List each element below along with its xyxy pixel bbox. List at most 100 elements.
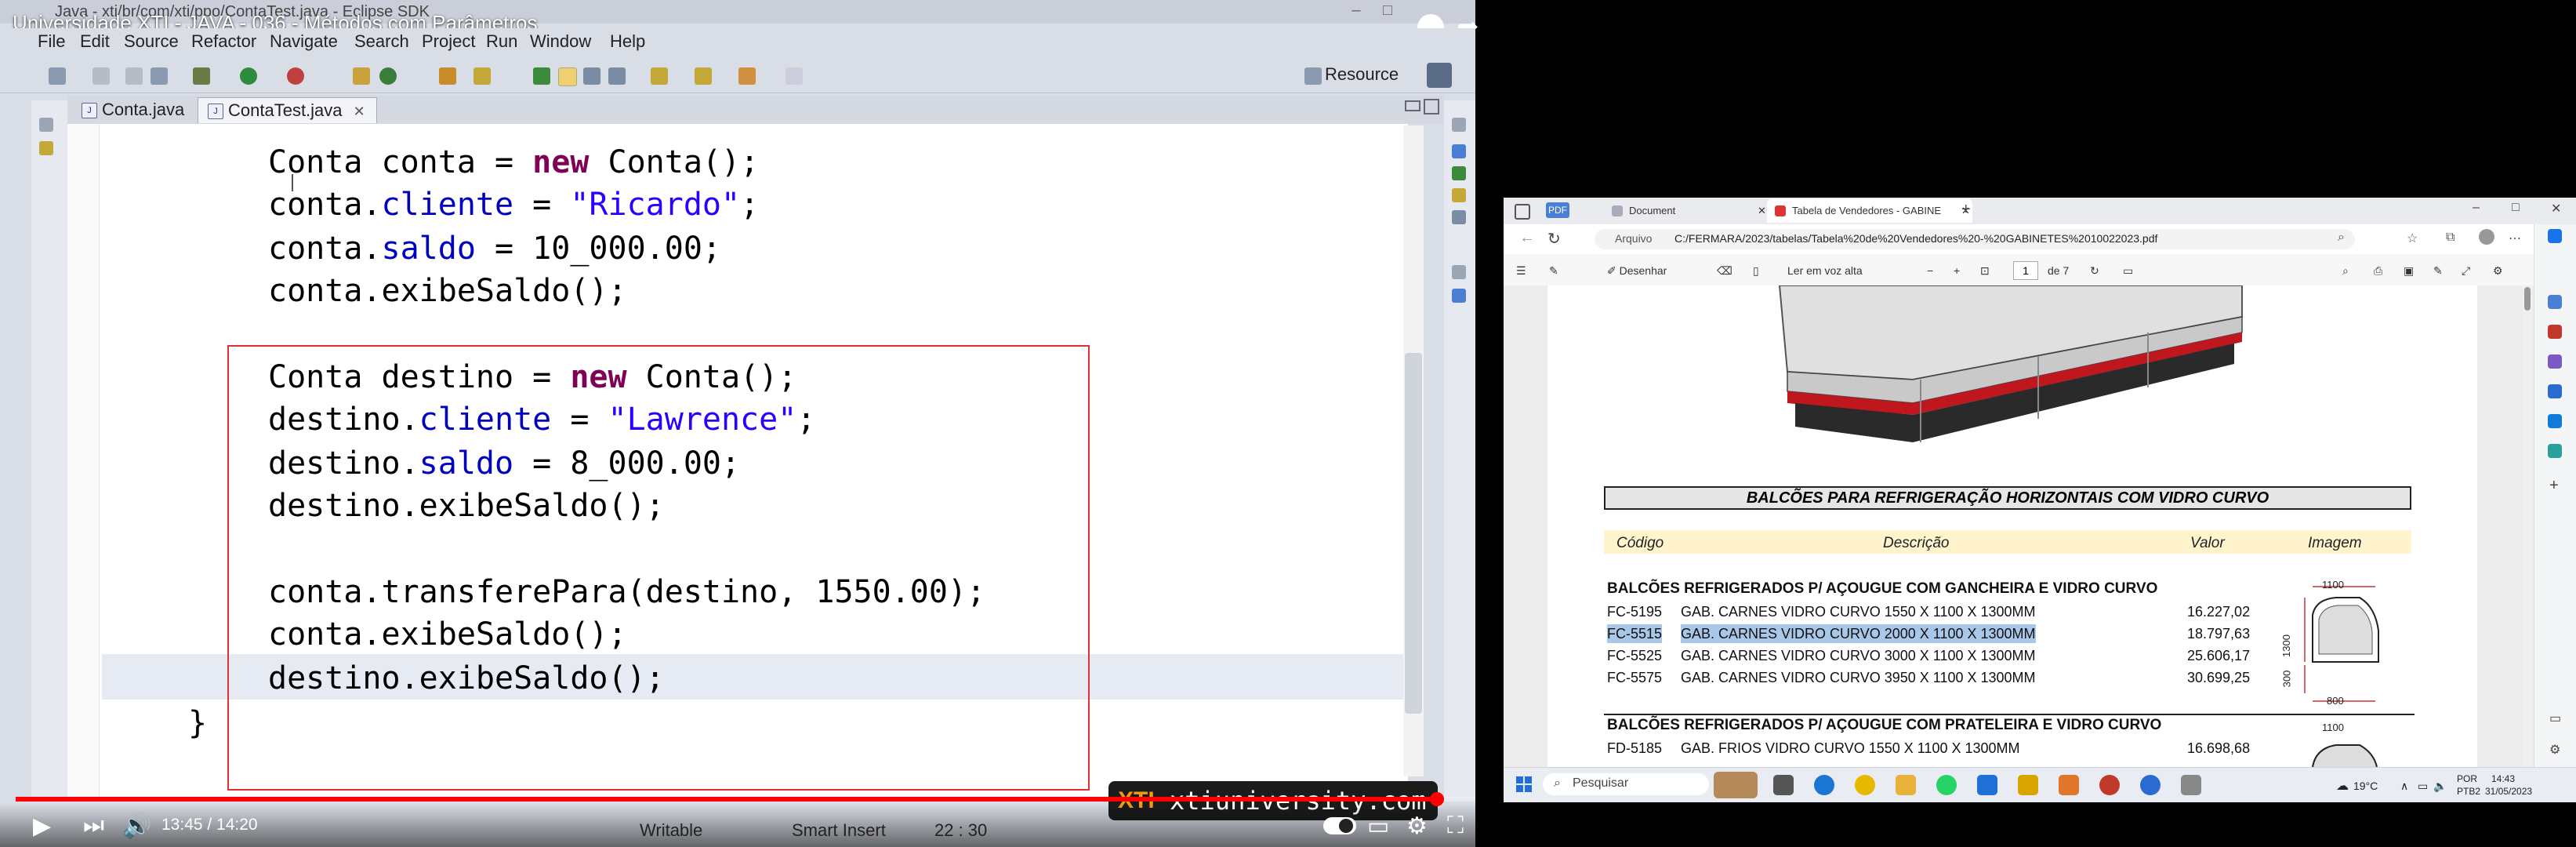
show-whitespace-icon[interactable] bbox=[583, 67, 600, 85]
zoom-in-icon[interactable]: + bbox=[1954, 264, 1960, 277]
new-tab-icon[interactable]: + bbox=[1961, 201, 1971, 219]
whatsapp-taskbar-icon[interactable] bbox=[1936, 775, 1957, 795]
bing-icon[interactable] bbox=[2548, 229, 2562, 243]
pdf-scrollbar[interactable] bbox=[2523, 285, 2532, 767]
page-number-input[interactable]: 1 bbox=[2013, 261, 2038, 280]
perspective-resource[interactable]: Resource bbox=[1301, 64, 1399, 85]
hierarchy-icon[interactable] bbox=[1452, 289, 1466, 303]
save-icon[interactable]: ▣ bbox=[2404, 264, 2414, 278]
windows-start-icon[interactable] bbox=[1516, 776, 1532, 792]
toggle-highlight-icon[interactable] bbox=[558, 67, 577, 86]
menu-navigate[interactable]: Navigate bbox=[270, 31, 338, 52]
tools-icon[interactable] bbox=[2548, 325, 2562, 339]
favorite-icon[interactable]: ☆ bbox=[2407, 231, 2418, 246]
pdf-search-icon[interactable]: ⌕ bbox=[2342, 264, 2349, 278]
clock-date[interactable]: 31/05/2023 bbox=[2485, 786, 2532, 797]
sublime-taskbar-icon[interactable] bbox=[2059, 775, 2079, 795]
maximize-button[interactable]: □ bbox=[1373, 0, 1402, 22]
fit-icon[interactable]: ⊡ bbox=[1980, 264, 1990, 278]
table-row[interactable]: FC-5575 GAB. CARNES VIDRO CURVO 3950 X 11… bbox=[1607, 668, 2258, 687]
back-icon[interactable] bbox=[738, 67, 756, 85]
new-class-icon[interactable] bbox=[379, 67, 397, 85]
forward-icon[interactable] bbox=[785, 67, 803, 85]
network-icon[interactable]: ▭ bbox=[2418, 780, 2428, 793]
tray-overflow-icon[interactable]: ∧ bbox=[2400, 780, 2408, 793]
volume-icon[interactable]: 🔈 bbox=[2433, 780, 2447, 793]
previous-annotation-icon[interactable] bbox=[695, 67, 712, 85]
text-icon[interactable]: ▯ bbox=[1753, 264, 1759, 278]
maximize-editor-icon[interactable] bbox=[1424, 99, 1439, 115]
menu-refactor[interactable]: Refactor bbox=[191, 31, 256, 52]
menu-project[interactable]: Project bbox=[422, 31, 475, 52]
misc-taskbar-icon[interactable] bbox=[2181, 775, 2201, 795]
open-type-icon[interactable] bbox=[439, 67, 456, 85]
close-icon[interactable]: ✕ bbox=[354, 104, 365, 119]
task-list-icon[interactable] bbox=[1452, 144, 1466, 158]
next-icon[interactable]: ⏭ bbox=[83, 812, 104, 839]
menu-search[interactable]: Search bbox=[354, 31, 409, 52]
block-selection-icon[interactable] bbox=[608, 67, 626, 85]
sidebar-settings-icon[interactable]: ⚙ bbox=[2549, 742, 2560, 758]
language[interactable]: POR bbox=[2457, 773, 2477, 784]
new-java-project-icon[interactable] bbox=[353, 67, 370, 85]
weather-icon[interactable]: ☁ bbox=[2336, 778, 2349, 794]
code-line[interactable]: conta.cliente = "Ricardo"; bbox=[268, 184, 759, 226]
tab-tabela[interactable]: Tabela de Vendedores - GABINE ✕ bbox=[1767, 199, 1972, 223]
package-explorer-icon[interactable] bbox=[39, 141, 53, 155]
menu-source[interactable]: Source bbox=[124, 31, 179, 52]
debug-icon[interactable] bbox=[193, 67, 210, 85]
table-row[interactable]: FC-5515 GAB. CARNES VIDRO CURVO 2000 X 11… bbox=[1607, 624, 2258, 643]
fullscreen-icon[interactable]: ⛶ bbox=[1447, 812, 1464, 839]
tab-document[interactable]: Document ✕ bbox=[1604, 199, 1766, 223]
read-aloud-button[interactable]: Ler em voz alta bbox=[1787, 264, 1863, 277]
zoom-icon[interactable]: ⌕ bbox=[2338, 231, 2345, 245]
close-window-button[interactable]: ✕ bbox=[2551, 201, 2561, 216]
draw-button[interactable]: ✐ Desenhar bbox=[1607, 264, 1667, 278]
at-icon[interactable] bbox=[1452, 166, 1466, 180]
shopping-icon[interactable] bbox=[2548, 295, 2562, 309]
weather-temp[interactable]: 19°C bbox=[2353, 780, 2378, 792]
external-tools-icon[interactable] bbox=[287, 67, 304, 85]
tab-contatest-java[interactable]: J ContaTest.java ✕ bbox=[198, 97, 377, 123]
close-icon[interactable]: ✕ bbox=[1758, 199, 1766, 223]
restore-icon[interactable] bbox=[39, 118, 53, 132]
contents-icon[interactable]: ☰ bbox=[1516, 264, 1526, 278]
outline-icon[interactable] bbox=[1452, 188, 1466, 202]
zoom-out-icon[interactable]: − bbox=[1927, 264, 1933, 277]
minimize-editor-icon[interactable] bbox=[1405, 100, 1420, 111]
drop-icon[interactable] bbox=[2548, 444, 2562, 458]
chrome-taskbar-icon[interactable] bbox=[1855, 775, 1875, 795]
code-line[interactable]: conta.saldo = 10_000.00; bbox=[268, 227, 721, 270]
subtitles-icon[interactable]: ▭ bbox=[1367, 812, 1389, 840]
table-row[interactable]: FD-5185 GAB. FRIOS VIDRO CURVO 1550 X 110… bbox=[1607, 739, 2258, 758]
profile-avatar[interactable] bbox=[2479, 229, 2494, 245]
menu-edit[interactable]: Edit bbox=[80, 31, 110, 52]
highlight-icon[interactable]: ✎ bbox=[1549, 264, 1558, 278]
refresh-icon[interactable]: ↻ bbox=[1547, 229, 1561, 249]
volume-icon[interactable]: 🔊 bbox=[122, 812, 151, 840]
rotate-icon[interactable]: ↻ bbox=[2090, 264, 2099, 278]
page-view-icon[interactable]: ▭ bbox=[2123, 264, 2133, 278]
fullscreen-icon[interactable]: ⤢ bbox=[2462, 264, 2470, 278]
vscode-taskbar-icon[interactable] bbox=[1977, 775, 1997, 795]
eraser-icon[interactable]: ⌫ bbox=[1717, 264, 1732, 278]
search-tool-icon[interactable] bbox=[473, 67, 491, 85]
add-sidebar-icon[interactable]: + bbox=[2549, 477, 2559, 495]
security-taskbar-icon[interactable] bbox=[2140, 775, 2161, 795]
editor-scroll-thumb[interactable] bbox=[1405, 353, 1422, 714]
outlook-icon[interactable] bbox=[2548, 414, 2562, 428]
more-icon[interactable]: ⋯ bbox=[2509, 231, 2521, 246]
minimize-button[interactable]: – bbox=[1342, 0, 1370, 22]
menu-window[interactable]: Window bbox=[530, 31, 591, 52]
print-icon[interactable] bbox=[151, 67, 168, 85]
address-url[interactable]: C:/FERMARA/2023/tabelas/Tabela%20de%20Ve… bbox=[1674, 232, 2157, 245]
maximize-button[interactable]: □ bbox=[2512, 201, 2520, 215]
code-line[interactable]: Conta conta = new Conta(); bbox=[268, 141, 759, 184]
next-annotation-icon[interactable] bbox=[651, 67, 668, 85]
table-row[interactable]: FC-5195 GAB. CARNES VIDRO CURVO 1550 X 11… bbox=[1607, 602, 2258, 621]
office-icon[interactable] bbox=[2548, 384, 2562, 398]
console-icon[interactable] bbox=[1452, 210, 1466, 224]
app-taskbar-icon[interactable] bbox=[2018, 775, 2038, 795]
tab-conta-java[interactable]: J Conta.java bbox=[72, 97, 195, 122]
pdf-scroll-thumb[interactable] bbox=[2524, 287, 2531, 311]
